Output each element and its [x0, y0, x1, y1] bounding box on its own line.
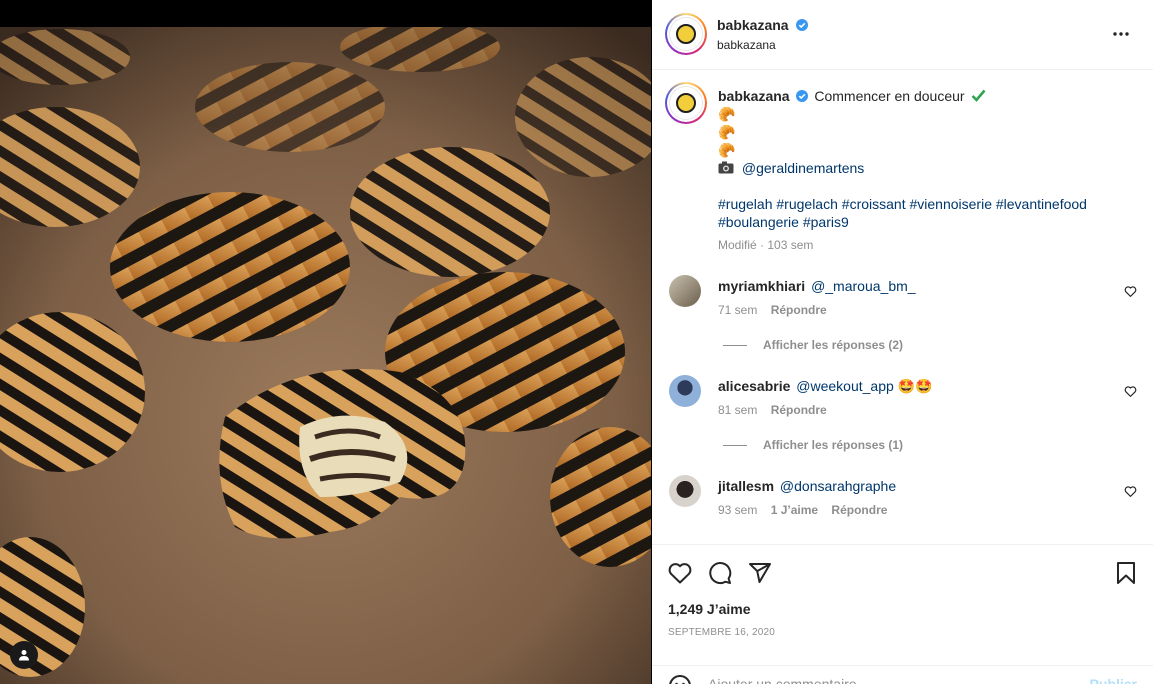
caption-text: Commencer en douceur: [814, 88, 965, 104]
babkazana-logo: [669, 86, 703, 120]
more-options-icon: [1113, 32, 1129, 36]
hashtag-link[interactable]: #viennoiserie: [909, 196, 992, 212]
comment-like-heart-icon[interactable]: [1124, 485, 1137, 498]
user-tag-icon: [19, 650, 29, 661]
hashtag-link[interactable]: #boulangerie: [718, 214, 799, 230]
caption-username[interactable]: babkazana: [718, 88, 790, 104]
caption-body: babkazana Commencer en douceur 🥐 🥐 🥐 @ge…: [718, 87, 1138, 252]
photo-credit-link[interactable]: @geraldinemartens: [742, 160, 864, 176]
show-replies-button[interactable]: Afficher les réponses (1): [723, 438, 903, 452]
bookmark-icon: [1117, 562, 1135, 584]
caption-avatar[interactable]: [665, 82, 707, 124]
add-comment-bar: Ajouter un commentaire Publier: [652, 665, 1153, 684]
post-actions-section: 1,249 J’aime SEPTEMBRE 16, 2020 Ajouter …: [652, 544, 1153, 684]
post-date[interactable]: SEPTEMBRE 16, 2020: [668, 627, 775, 638]
comment-username[interactable]: alicesabrie: [718, 378, 790, 394]
show-replies-label: Afficher les réponses (2): [763, 338, 904, 352]
user-tag-button[interactable]: [10, 641, 38, 669]
commenter-avatar[interactable]: [669, 475, 701, 507]
comment-mention[interactable]: @weekout_app: [796, 378, 894, 394]
comment-username[interactable]: jitallesm: [718, 478, 774, 494]
comment-button[interactable]: [707, 560, 733, 586]
caption-emoji-1: 🥐: [718, 106, 736, 122]
share-button[interactable]: [747, 560, 773, 586]
publish-button[interactable]: Publier: [1090, 676, 1137, 684]
share-icon: [749, 563, 771, 583]
hashtag-link[interactable]: #croissant: [842, 196, 906, 212]
reply-button[interactable]: Répondre: [831, 503, 887, 517]
author-username[interactable]: babkazana: [717, 17, 789, 33]
comment-icon: [709, 562, 732, 585]
hashtag-link[interactable]: #rugelah: [718, 196, 773, 212]
comment-age: 81 sem: [718, 403, 758, 417]
check-mark-icon: [972, 89, 986, 102]
post-side-panel: babkazana babkazana babkazana Commencer …: [652, 0, 1153, 684]
caption-age: 103 sem: [767, 238, 814, 252]
babkazana-logo: [669, 17, 703, 51]
comment-mention[interactable]: @donsarahgraphe: [780, 478, 896, 494]
more-options-button[interactable]: [1111, 24, 1131, 44]
show-replies-button[interactable]: Afficher les réponses (2): [723, 338, 903, 352]
camera-icon: [718, 161, 734, 174]
likes-count[interactable]: 1,249 J’aime: [668, 601, 751, 617]
hashtag-link[interactable]: #rugelach: [776, 196, 838, 212]
rugelach-photo: [0, 27, 651, 684]
comment-username[interactable]: myriamkhiari: [718, 278, 805, 294]
caption-emoji-3: 🥐: [718, 142, 736, 158]
emoji-icon[interactable]: [668, 674, 692, 684]
caption-emoji-2: 🥐: [718, 124, 736, 140]
comment-mention[interactable]: @_maroua_bm_: [811, 278, 916, 294]
post-image[interactable]: [0, 27, 651, 684]
heart-icon: [668, 563, 692, 584]
comment-like-heart-icon[interactable]: [1124, 285, 1137, 298]
show-replies-label: Afficher les réponses (1): [763, 438, 904, 452]
hashtag-link[interactable]: #paris9: [803, 214, 849, 230]
commenter-avatar[interactable]: [669, 275, 701, 307]
comment-age: 71 sem: [718, 303, 758, 317]
commenter-avatar[interactable]: [669, 375, 701, 407]
verified-badge-icon: [796, 19, 809, 31]
like-button[interactable]: [667, 560, 693, 586]
comment-emojis: 🤩🤩: [897, 378, 933, 394]
author-avatar[interactable]: [665, 13, 707, 55]
reply-button[interactable]: Répondre: [771, 403, 827, 417]
reply-button[interactable]: Répondre: [771, 303, 827, 317]
instagram-post-view: babkazana babkazana babkazana Commencer …: [0, 0, 1153, 684]
verified-badge-icon: [796, 90, 809, 102]
post-header: babkazana babkazana: [652, 0, 1153, 70]
comment-likes-count[interactable]: 1 J’aime: [771, 503, 818, 517]
edited-label: Modifié: [718, 238, 757, 252]
comment-input[interactable]: Ajouter un commentaire: [708, 676, 857, 684]
author-subtitle: babkazana: [717, 38, 776, 52]
hashtag-link[interactable]: #levantinefood: [996, 196, 1087, 212]
comment-like-heart-icon[interactable]: [1124, 385, 1137, 398]
save-button[interactable]: [1113, 560, 1139, 586]
comment-age: 93 sem: [718, 503, 758, 517]
